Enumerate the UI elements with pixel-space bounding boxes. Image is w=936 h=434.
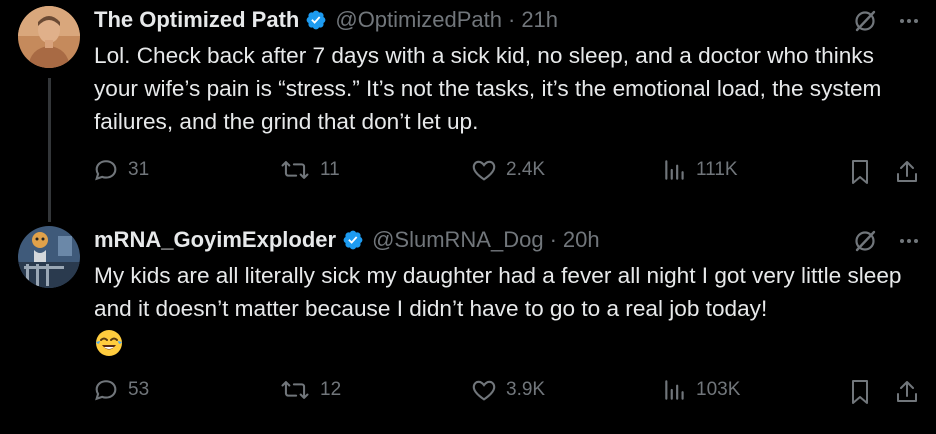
repost-button[interactable]: 12 (278, 376, 341, 404)
more-options-icon[interactable] (898, 10, 920, 37)
like-button[interactable]: 2.4K (470, 156, 545, 184)
reply-button[interactable]: 31 (92, 156, 149, 184)
more-options-icon[interactable] (898, 230, 920, 257)
grok-slash-icon[interactable] (852, 8, 878, 39)
views-chart-icon (665, 160, 684, 180)
repost-button[interactable]: 11 (278, 156, 340, 184)
user-handle[interactable]: @OptimizedPath (335, 7, 502, 33)
reply-count: 31 (128, 159, 150, 180)
share-icon (897, 381, 917, 402)
repost-count: 12 (320, 379, 342, 400)
views-button[interactable]: 103K (662, 376, 740, 404)
tweet-2[interactable]: mRNA_GoyimExploder @SlumRNA_Dog · 20h My… (0, 214, 936, 434)
view-count: 103K (696, 379, 741, 400)
dog-photo-avatar-icon (18, 226, 80, 288)
tweet-top-icons (852, 8, 920, 39)
reply-count: 53 (128, 379, 150, 400)
bookmark-button[interactable] (848, 378, 872, 406)
separator-dot: · (549, 227, 557, 252)
thread-connector-line-top (48, 214, 51, 222)
share-button[interactable] (894, 378, 920, 406)
like-count: 3.9K (506, 379, 546, 400)
timestamp[interactable]: 20h (563, 227, 600, 253)
repost-icon (281, 381, 309, 399)
heart-icon (472, 380, 496, 401)
verified-badge-icon (342, 229, 364, 251)
views-chart-icon (665, 380, 684, 400)
reply-icon (95, 160, 117, 181)
tweet-header: The Optimized Path @OptimizedPath · 21h (94, 7, 558, 33)
display-name[interactable]: mRNA_GoyimExploder (94, 227, 336, 253)
reply-icon (95, 380, 117, 401)
grok-slash-icon[interactable] (852, 228, 878, 259)
tweet-actions: 31 11 2.4K 111K (92, 156, 920, 188)
thread-connector-line (48, 78, 51, 218)
repost-count: 11 (320, 159, 340, 180)
separator-dot: · (507, 7, 516, 32)
repost-icon (281, 161, 309, 179)
view-count: 111K (696, 159, 738, 180)
bookmark-icon (852, 160, 868, 184)
tweet-header: mRNA_GoyimExploder @SlumRNA_Dog · 20h (94, 227, 600, 253)
reply-button[interactable]: 53 (92, 376, 149, 404)
tweet-actions: 53 12 3.9K 103K (92, 376, 920, 408)
tweet-text: My kids are all literally sick my daught… (94, 263, 902, 321)
like-button[interactable]: 3.9K (470, 376, 545, 404)
share-icon (897, 161, 917, 182)
display-name[interactable]: The Optimized Path (94, 7, 299, 33)
tweet-1[interactable]: The Optimized Path @OptimizedPath · 21h … (0, 0, 936, 218)
views-button[interactable]: 111K (662, 156, 738, 184)
face-with-tears-of-joy-icon (94, 328, 910, 368)
bookmark-icon (852, 380, 868, 404)
tweet-text: Lol. Check back after 7 days with a sick… (94, 43, 882, 134)
avatar-slumrna-dog[interactable] (18, 226, 80, 288)
tweet-text-container: My kids are all literally sick my daught… (94, 260, 910, 367)
heart-icon (472, 160, 496, 181)
tweet-top-icons (852, 228, 920, 259)
like-count: 2.4K (506, 159, 546, 180)
person-photo-avatar-icon (18, 6, 80, 68)
bookmark-button[interactable] (848, 158, 872, 186)
share-button[interactable] (894, 158, 920, 186)
avatar-optimized-path[interactable] (18, 6, 80, 68)
verified-badge-icon (305, 9, 327, 31)
user-handle[interactable]: @SlumRNA_Dog (372, 227, 544, 253)
timestamp[interactable]: 21h (521, 7, 558, 33)
